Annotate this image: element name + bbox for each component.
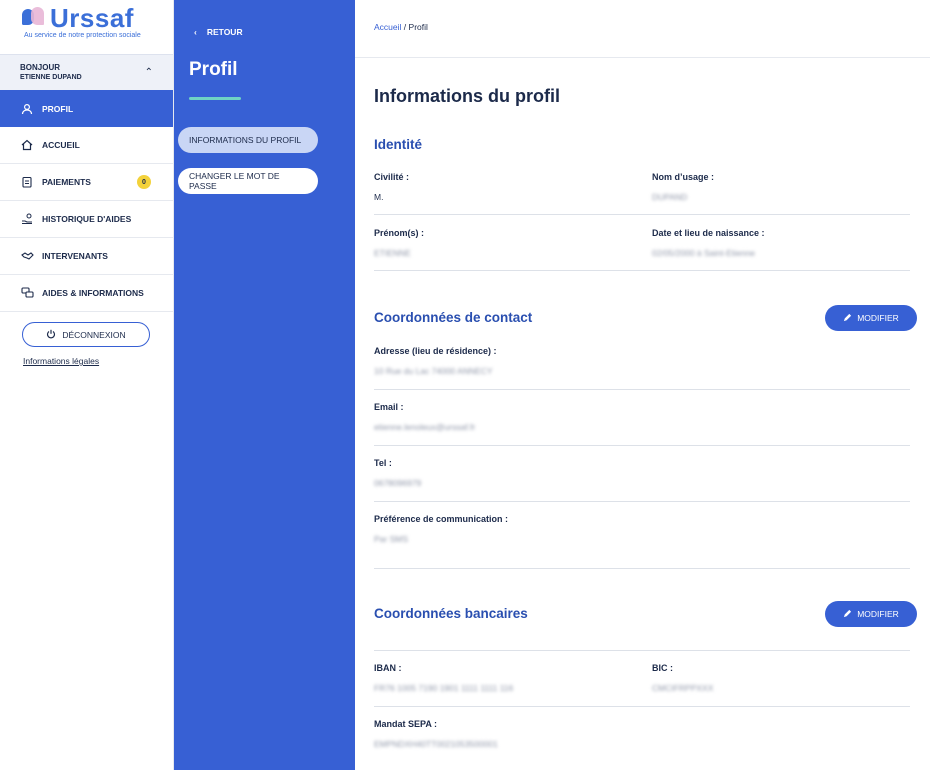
document-icon: [20, 175, 34, 189]
logout-label: DÉCONNEXION: [62, 329, 126, 340]
modify-contact-button[interactable]: MODIFIER: [825, 305, 917, 331]
legal-link[interactable]: Informations légales: [23, 356, 173, 366]
brand-tagline: Au service de notre protection sociale: [24, 32, 141, 39]
chat-icon: [20, 286, 34, 300]
adresse-label: Adresse (lieu de résidence) :: [374, 346, 497, 356]
home-icon: [20, 138, 34, 152]
title-underline: [189, 97, 241, 100]
divider: [374, 650, 910, 651]
sidebar-item-accueil[interactable]: ACCUEIL: [0, 127, 173, 164]
naissance-label: Date et lieu de naissance :: [652, 228, 765, 238]
adresse-value: 10 Rue du Lac 74000 ANNECY: [374, 366, 493, 376]
logout-button[interactable]: DÉCONNEXION: [22, 322, 150, 347]
panel-title: Profil: [189, 59, 238, 80]
breadcrumb-home[interactable]: Accueil: [374, 22, 401, 32]
divider: [374, 568, 910, 569]
sidebar-item-label: PAIEMENTS: [42, 177, 91, 187]
brand-name: Urssaf: [50, 3, 134, 33]
pencil-icon: [843, 313, 852, 324]
breadcrumb: Accueil / Profil: [355, 0, 930, 58]
sidebar: Urssaf Au service de notre protection so…: [0, 0, 174, 770]
nom-label: Nom d’usage :: [652, 172, 715, 182]
user-icon: [20, 102, 34, 116]
email-label: Email :: [374, 402, 404, 412]
sidebar-item-profil[interactable]: PROFIL: [0, 90, 173, 127]
modify-label: MODIFIER: [857, 609, 899, 619]
iban-value: FR76 1005 7190 1901 1111 1111 116: [374, 683, 514, 693]
app: Urssaf Au service de notre protection so…: [0, 0, 930, 770]
preference-value: Par SMS: [374, 534, 409, 544]
main-content: Accueil / Profil Informations du profil …: [355, 0, 930, 770]
naissance-value: 02/05/2000 à Saint-Etienne: [652, 248, 756, 258]
user-name: ETIENNE DUPAND: [20, 73, 82, 81]
sidebar-item-historique[interactable]: HISTORIQUE D'AIDES: [0, 201, 173, 238]
contact-heading: Coordonnées de contact: [374, 310, 533, 325]
profile-panel: ‹ RETOUR Profil INFORMATIONS DU PROFIL C…: [174, 0, 355, 770]
power-icon: [46, 329, 56, 341]
urssaf-logo-icon: [22, 7, 44, 29]
divider: [374, 389, 910, 390]
logo[interactable]: Urssaf Au service de notre protection so…: [0, 0, 173, 54]
sidebar-item-label: ACCUEIL: [42, 140, 80, 150]
divider: [374, 270, 910, 271]
breadcrumb-current: Profil: [408, 22, 428, 32]
modify-label: MODIFIER: [857, 313, 899, 323]
civilite-value: M.: [374, 192, 384, 202]
sepa-label: Mandat SEPA :: [374, 719, 438, 729]
sidebar-item-paiements[interactable]: PAIEMENTS 0: [0, 164, 173, 201]
payments-count-badge: 0: [137, 175, 151, 189]
iban-label: IBAN :: [374, 663, 402, 673]
pencil-icon: [843, 609, 852, 620]
back-label: RETOUR: [206, 27, 243, 37]
identity-heading: Identité: [374, 137, 423, 152]
tel-label: Tel :: [374, 458, 392, 468]
bic-label: BIC :: [652, 663, 673, 673]
email-value: etienne.lenoleux@urssaf.fr: [374, 422, 476, 432]
user-greeting[interactable]: BONJOUR ETIENNE DUPAND ⌃: [0, 54, 173, 90]
divider: [374, 214, 910, 215]
sidebar-item-label: AIDES & INFORMATIONS: [42, 288, 144, 298]
chevron-up-icon[interactable]: ⌃: [145, 67, 153, 78]
divider: [374, 445, 910, 446]
sidebar-item-label: PROFIL: [42, 103, 74, 114]
sidebar-item-label: INTERVENANTS: [42, 251, 108, 261]
breadcrumb-separator: /: [403, 22, 407, 32]
civilite-label: Civilité :: [374, 172, 410, 182]
divider: [374, 706, 910, 707]
sidebar-item-aides[interactable]: AIDES & INFORMATIONS: [0, 275, 173, 312]
prenom-value: ETIENNE: [374, 248, 411, 258]
page-title: Informations du profil: [374, 86, 560, 106]
chevron-left-icon: ‹: [194, 27, 197, 37]
back-link[interactable]: ‹ RETOUR: [194, 27, 243, 37]
bic-value: CMCIFRPPXXX: [652, 683, 714, 693]
preference-label: Préférence de communication :: [374, 514, 509, 524]
prenom-label: Prénom(s) :: [374, 228, 425, 238]
tab-changer-mot-de-passe[interactable]: CHANGER LE MOT DE PASSE: [178, 168, 318, 194]
tel-value: 0678096979: [374, 478, 422, 488]
bank-heading: Coordonnées bancaires: [374, 606, 528, 621]
sidebar-item-label: HISTORIQUE D'AIDES: [42, 214, 132, 224]
sidebar-item-intervenants[interactable]: INTERVENANTS: [0, 238, 173, 275]
greeting-text: BONJOUR: [20, 62, 61, 72]
nom-value: DUPAND: [652, 192, 688, 202]
tab-informations-profil[interactable]: INFORMATIONS DU PROFIL: [178, 127, 318, 153]
divider: [374, 501, 910, 502]
hand-coins-icon: [20, 212, 34, 226]
modify-bank-button[interactable]: MODIFIER: [825, 601, 917, 627]
sepa-value: EMPNDXH40TT0021053500001: [374, 739, 498, 749]
handshake-icon: [20, 249, 34, 263]
